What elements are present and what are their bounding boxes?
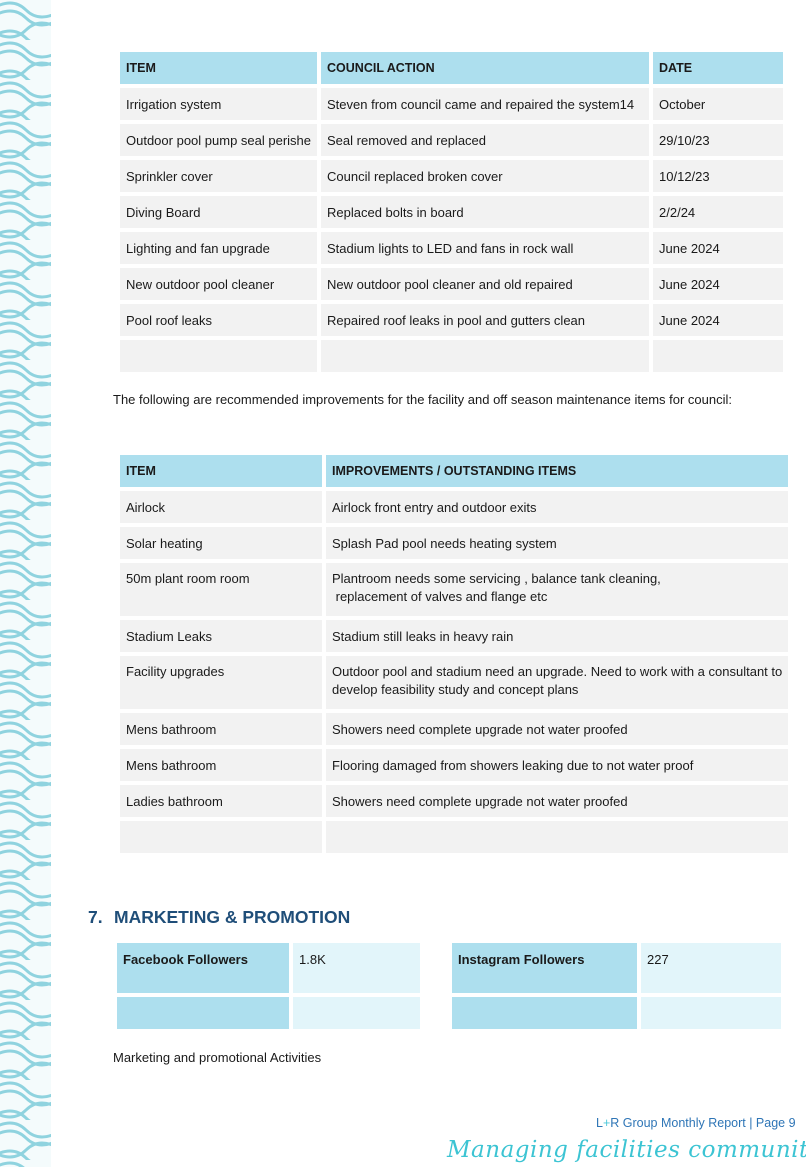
section-number: 7.: [88, 907, 103, 927]
cell-date: [653, 340, 784, 372]
cell-date: October: [653, 88, 784, 120]
cell-improvement: Airlock front entry and outdoor exits: [326, 491, 789, 523]
section-title-text: MARKETING & PROMOTION: [114, 907, 351, 927]
header-item: ITEM: [120, 455, 322, 487]
header-date: DATE: [653, 52, 784, 84]
cell-item: New outdoor pool cleaner: [120, 268, 318, 300]
empty-label-cell: [452, 997, 637, 1029]
cell-date: June 2024: [653, 268, 784, 300]
header-item: ITEM: [120, 52, 318, 84]
empty-label-cell: [117, 997, 289, 1029]
cell-item: Ladies bathroom: [120, 785, 322, 817]
table-row: Instagram Followers 227: [452, 943, 781, 993]
table-row: Facility upgrades Outdoor pool and stadi…: [120, 656, 789, 709]
cell-action: Replaced bolts in board: [321, 196, 650, 228]
section-heading-marketing: 7. MARKETING & PROMOTION: [88, 907, 350, 928]
table-row: Irrigation system Steven from council ca…: [120, 88, 784, 120]
table-row: Outdoor pool pump seal perishe Seal remo…: [120, 124, 784, 156]
header-improvements: IMPROVEMENTS / OUTSTANDING ITEMS: [326, 455, 789, 487]
facebook-followers-table: Facebook Followers 1.8K: [113, 939, 424, 1033]
instagram-followers-table: Instagram Followers 227: [448, 939, 785, 1033]
table-row: Facebook Followers 1.8K: [117, 943, 420, 993]
cell-item: [120, 821, 322, 853]
cell-item: Lighting and fan upgrade: [120, 232, 318, 264]
header-council-action: COUNCIL ACTION: [321, 52, 650, 84]
cell-action: New outdoor pool cleaner and old repaire…: [321, 268, 650, 300]
council-action-table: ITEM COUNCIL ACTION DATE Irrigation syst…: [116, 48, 787, 376]
cell-action: Repaired roof leaks in pool and gutters …: [321, 304, 650, 336]
cell-item: Mens bathroom: [120, 713, 322, 745]
cell-date: 29/10/23: [653, 124, 784, 156]
table-row-empty: [452, 997, 781, 1029]
wave-pattern-decoration: [0, 0, 51, 1167]
cell-item: Stadium Leaks: [120, 620, 322, 652]
cell-item: [120, 340, 318, 372]
table-header-row: ITEM COUNCIL ACTION DATE: [120, 52, 784, 84]
cell-improvement: Flooring damaged from showers leaking du…: [326, 749, 789, 781]
instagram-followers-label: Instagram Followers: [452, 943, 637, 993]
cell-item: Mens bathroom: [120, 749, 322, 781]
cell-item: Pool roof leaks: [120, 304, 318, 336]
table-row: Airlock Airlock front entry and outdoor …: [120, 491, 789, 523]
table-row: Ladies bathroom Showers need complete up…: [120, 785, 789, 817]
table-row-empty: [117, 997, 420, 1029]
cell-action: [321, 340, 650, 372]
table-row: Lighting and fan upgrade Stadium lights …: [120, 232, 784, 264]
table-row: Pool roof leaks Repaired roof leaks in p…: [120, 304, 784, 336]
cell-action: Council replaced broken cover: [321, 160, 650, 192]
table-header-row: ITEM IMPROVEMENTS / OUTSTANDING ITEMS: [120, 455, 789, 487]
facebook-followers-label: Facebook Followers: [117, 943, 289, 993]
cell-item: Diving Board: [120, 196, 318, 228]
cell-improvement: Stadium still leaks in heavy rain: [326, 620, 789, 652]
footer-report-page: L+R Group Monthly Report | Page 9: [596, 1116, 796, 1130]
table-row: Sprinkler cover Council replaced broken …: [120, 160, 784, 192]
table-row: Mens bathroom Showers need complete upgr…: [120, 713, 789, 745]
footer-tagline: Managing facilities communities love: [447, 1137, 806, 1163]
cell-improvement: Outdoor pool and stadium need an upgrade…: [326, 656, 789, 709]
cell-action: Stadium lights to LED and fans in rock w…: [321, 232, 650, 264]
table-row-empty: [120, 340, 784, 372]
table-row: Stadium Leaks Stadium still leaks in hea…: [120, 620, 789, 652]
cell-date: June 2024: [653, 232, 784, 264]
cell-improvement: [326, 821, 789, 853]
empty-value-cell: [641, 997, 781, 1029]
cell-item: Sprinkler cover: [120, 160, 318, 192]
cell-action: Seal removed and replaced: [321, 124, 650, 156]
improvements-intro-text: The following are recommended improvemen…: [113, 392, 733, 407]
cell-improvement: Showers need complete upgrade not water …: [326, 713, 789, 745]
brand-l: L: [596, 1116, 603, 1130]
empty-value-cell: [293, 997, 420, 1029]
improvements-table: ITEM IMPROVEMENTS / OUTSTANDING ITEMS Ai…: [116, 451, 792, 857]
table-row: Diving Board Replaced bolts in board 2/2…: [120, 196, 784, 228]
cell-date: 2/2/24: [653, 196, 784, 228]
cell-item: Airlock: [120, 491, 322, 523]
cell-date: 10/12/23: [653, 160, 784, 192]
table-row: Solar heating Splash Pad pool needs heat…: [120, 527, 789, 559]
cell-item: Outdoor pool pump seal perishe: [120, 124, 318, 156]
cell-item: Solar heating: [120, 527, 322, 559]
table-row: 50m plant room room Plantroom needs some…: [120, 563, 789, 616]
instagram-followers-value: 227: [641, 943, 781, 993]
cell-improvement: Showers need complete upgrade not water …: [326, 785, 789, 817]
table-row: New outdoor pool cleaner New outdoor poo…: [120, 268, 784, 300]
cell-item: 50m plant room room: [120, 563, 322, 616]
facebook-followers-value: 1.8K: [293, 943, 420, 993]
cell-improvement: Plantroom needs some servicing , balance…: [326, 563, 789, 616]
cell-improvement: Splash Pad pool needs heating system: [326, 527, 789, 559]
marketing-activities-text: Marketing and promotional Activities: [113, 1050, 322, 1065]
table-row-empty: [120, 821, 789, 853]
cell-action: Steven from council came and repaired th…: [321, 88, 650, 120]
cell-date: June 2024: [653, 304, 784, 336]
cell-item: Irrigation system: [120, 88, 318, 120]
cell-item: Facility upgrades: [120, 656, 322, 709]
brand-rest: R Group Monthly Report | Page 9: [610, 1116, 796, 1130]
table-row: Mens bathroom Flooring damaged from show…: [120, 749, 789, 781]
